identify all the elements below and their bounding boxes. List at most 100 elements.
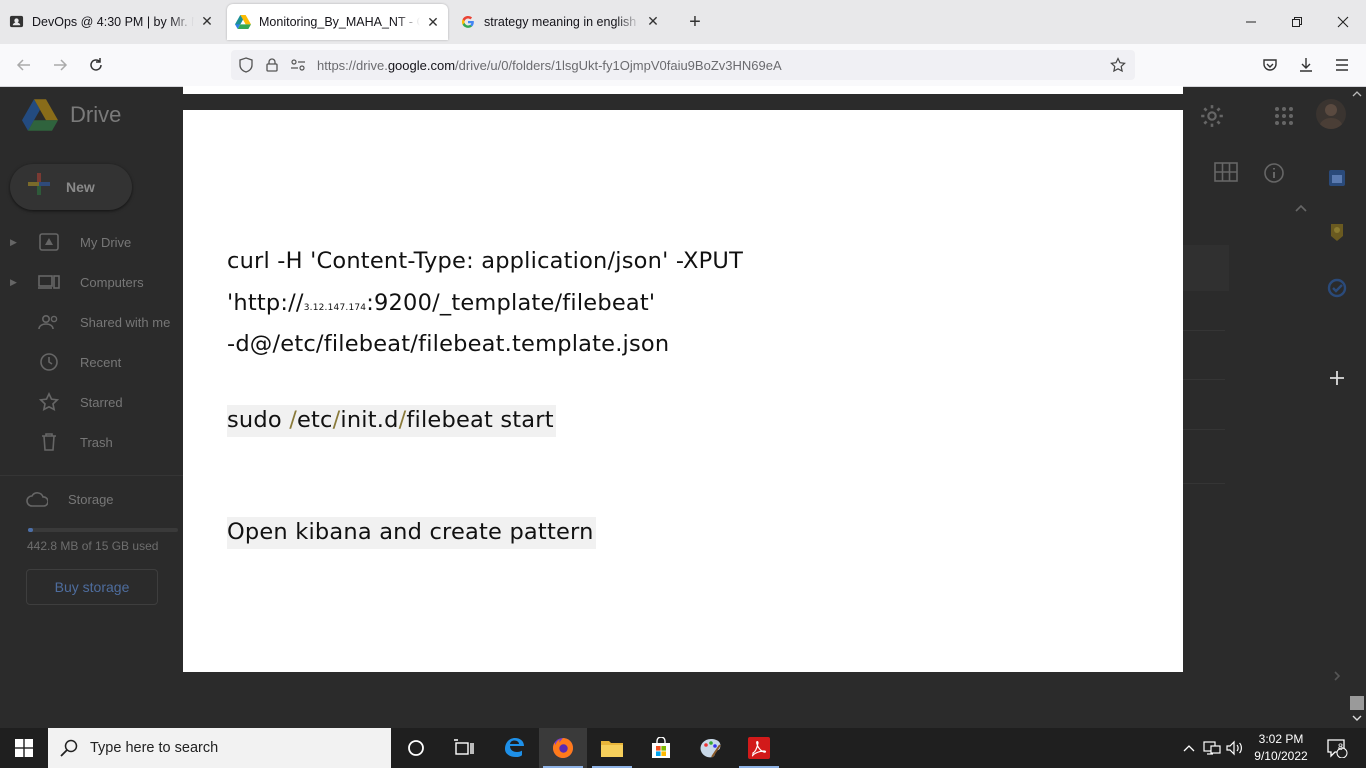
scroll-down-chevron-icon[interactable] bbox=[1348, 710, 1366, 728]
cortana-icon[interactable] bbox=[392, 728, 440, 768]
pocket-icon[interactable] bbox=[1258, 54, 1282, 76]
network-icon[interactable] bbox=[1201, 728, 1223, 768]
calendar-icon[interactable] bbox=[1326, 167, 1348, 189]
avatar[interactable] bbox=[1316, 99, 1346, 129]
sidebar-item-label: Recent bbox=[80, 354, 122, 370]
cloud-icon bbox=[26, 488, 48, 510]
expand-panel-chevron-icon[interactable] bbox=[1326, 665, 1348, 687]
notification-center-icon[interactable]: 8 bbox=[1322, 728, 1352, 768]
file-row-divider bbox=[1183, 330, 1225, 331]
clock-icon bbox=[38, 351, 60, 373]
new-button[interactable]: New bbox=[10, 164, 132, 210]
computers-icon bbox=[38, 271, 60, 293]
microsoft-store-icon[interactable] bbox=[637, 728, 685, 768]
back-arrow-icon[interactable] bbox=[12, 54, 36, 76]
storage-usage-fill bbox=[28, 528, 33, 532]
scrollbar-thumb[interactable] bbox=[1350, 696, 1364, 710]
sidebar-item-label: Shared with me bbox=[80, 314, 171, 330]
tasks-icon[interactable] bbox=[1326, 277, 1348, 299]
edge-browser-icon[interactable] bbox=[490, 728, 538, 768]
new-tab-icon[interactable]: + bbox=[684, 11, 706, 33]
task-view-icon[interactable] bbox=[440, 728, 488, 768]
star-icon bbox=[38, 391, 60, 413]
restore-icon[interactable] bbox=[1274, 0, 1320, 44]
add-addon-plus-icon[interactable] bbox=[1326, 367, 1348, 389]
permissions-icon[interactable] bbox=[287, 54, 309, 76]
info-icon[interactable] bbox=[1263, 162, 1285, 189]
tab-devops[interactable]: DevOps @ 4:30 PM | by Mr. Mahesh ✕ bbox=[0, 0, 222, 43]
firefox-icon[interactable] bbox=[539, 728, 587, 768]
downloads-icon[interactable] bbox=[1294, 54, 1318, 76]
url-path: /drive/u/0/folders/1lsgUkt-fy1OjmpV0faiu… bbox=[455, 57, 782, 73]
address-bar[interactable]: https://drive.google.com/drive/u/0/folde… bbox=[231, 50, 1135, 80]
expand-arrow-icon[interactable]: ▶ bbox=[10, 277, 24, 288]
command-curl-line: curl -H 'Content-Type: application/json'… bbox=[227, 248, 744, 274]
settings-gear-icon[interactable] bbox=[1199, 103, 1225, 134]
drive-app-name: Drive bbox=[70, 102, 122, 127]
collapse-chevron-up-icon[interactable] bbox=[1294, 200, 1308, 218]
sidebar-divider bbox=[0, 475, 183, 476]
system-clock[interactable]: 3:02 PM 9/10/2022 bbox=[1246, 731, 1316, 765]
tab-strip: DevOps @ 4:30 PM | by Mr. Mahesh ✕ Monit… bbox=[0, 0, 1366, 44]
file-row-divider bbox=[1183, 483, 1225, 484]
my-drive-icon bbox=[38, 231, 60, 253]
plus-icon bbox=[26, 171, 52, 203]
sidebar-item-recent[interactable]: Recent bbox=[0, 348, 121, 376]
page-scrollbar[interactable] bbox=[1348, 87, 1366, 728]
close-tab-icon[interactable]: ✕ bbox=[646, 13, 660, 29]
selected-file-row-highlight bbox=[1183, 245, 1229, 291]
hamburger-menu-icon[interactable] bbox=[1330, 54, 1354, 76]
tracking-protection-shield-icon[interactable] bbox=[235, 54, 257, 76]
close-tab-icon[interactable]: ✕ bbox=[426, 14, 440, 30]
storage-label: Storage bbox=[68, 491, 114, 507]
trash-icon bbox=[38, 431, 60, 453]
minimize-icon[interactable] bbox=[1228, 0, 1274, 44]
sidebar-item-my-drive[interactable]: ▶ My Drive bbox=[0, 228, 131, 256]
show-hidden-icons-chevron-icon[interactable] bbox=[1178, 728, 1200, 768]
sidebar-item-trash[interactable]: Trash bbox=[0, 428, 113, 456]
storage-usage-bar bbox=[28, 528, 178, 532]
buy-storage-button[interactable]: Buy storage bbox=[26, 569, 158, 605]
notification-count: 8 bbox=[1338, 742, 1344, 752]
lock-icon[interactable] bbox=[261, 54, 283, 76]
expand-arrow-icon[interactable]: ▶ bbox=[10, 237, 24, 248]
apps-grid-icon[interactable] bbox=[1274, 106, 1294, 131]
windows-taskbar: Type here to search 3:02 PM 9/10/2022 8 bbox=[0, 728, 1366, 768]
google-icon bbox=[460, 14, 476, 30]
scroll-up-arrow-icon[interactable] bbox=[1348, 87, 1366, 101]
close-window-icon[interactable] bbox=[1320, 0, 1366, 44]
ip-address-text: 3.12.147.174 bbox=[303, 303, 367, 313]
url-domain: google.com bbox=[387, 57, 456, 73]
tab-strategy-search[interactable]: strategy meaning in english - Google Sea… bbox=[452, 0, 668, 43]
sidebar-item-label: My Drive bbox=[80, 234, 132, 250]
windows-start-icon[interactable] bbox=[0, 728, 48, 768]
document-preview-page: curl -H 'Content-Type: application/json'… bbox=[183, 110, 1183, 672]
acrobat-reader-icon[interactable] bbox=[735, 728, 783, 768]
keep-icon[interactable] bbox=[1326, 221, 1348, 243]
tab-monitoring-drive[interactable]: Monitoring_By_MAHA_NT - Google Drive ✕ bbox=[227, 4, 448, 40]
close-tab-icon[interactable]: ✕ bbox=[200, 13, 214, 29]
sidebar-item-label: Trash bbox=[80, 434, 113, 450]
file-explorer-icon[interactable] bbox=[588, 728, 636, 768]
sidebar-item-shared[interactable]: Shared with me bbox=[0, 308, 170, 336]
sidebar-item-computers[interactable]: ▶ Computers bbox=[0, 268, 144, 296]
sidebar-item-starred[interactable]: Starred bbox=[0, 388, 123, 416]
sidebar-item-storage[interactable]: Storage bbox=[0, 485, 114, 513]
reload-icon[interactable] bbox=[84, 54, 108, 76]
previous-page-edge bbox=[183, 86, 1183, 94]
paint-icon[interactable] bbox=[686, 728, 734, 768]
command-data-line: -d@/etc/filebeat/filebeat.template.json bbox=[227, 331, 670, 357]
sidebar-item-label: Computers bbox=[80, 274, 144, 290]
text-filebeat-start: filebeat start bbox=[406, 407, 554, 433]
page-gap bbox=[183, 94, 1183, 110]
taskbar-search-box[interactable]: Type here to search bbox=[48, 728, 391, 768]
grid-view-icon[interactable] bbox=[1214, 162, 1238, 187]
url-path-text: :9200/_template/filebeat' bbox=[366, 290, 656, 316]
url-text[interactable]: https://drive.google.com/drive/u/0/folde… bbox=[317, 58, 782, 73]
forward-arrow-icon[interactable] bbox=[48, 54, 72, 76]
volume-icon[interactable] bbox=[1224, 728, 1246, 768]
bookmark-star-icon[interactable] bbox=[1107, 54, 1129, 76]
text-slash: / bbox=[289, 407, 297, 433]
google-drive-logo-icon bbox=[22, 99, 58, 131]
text-etc: etc bbox=[296, 407, 333, 433]
